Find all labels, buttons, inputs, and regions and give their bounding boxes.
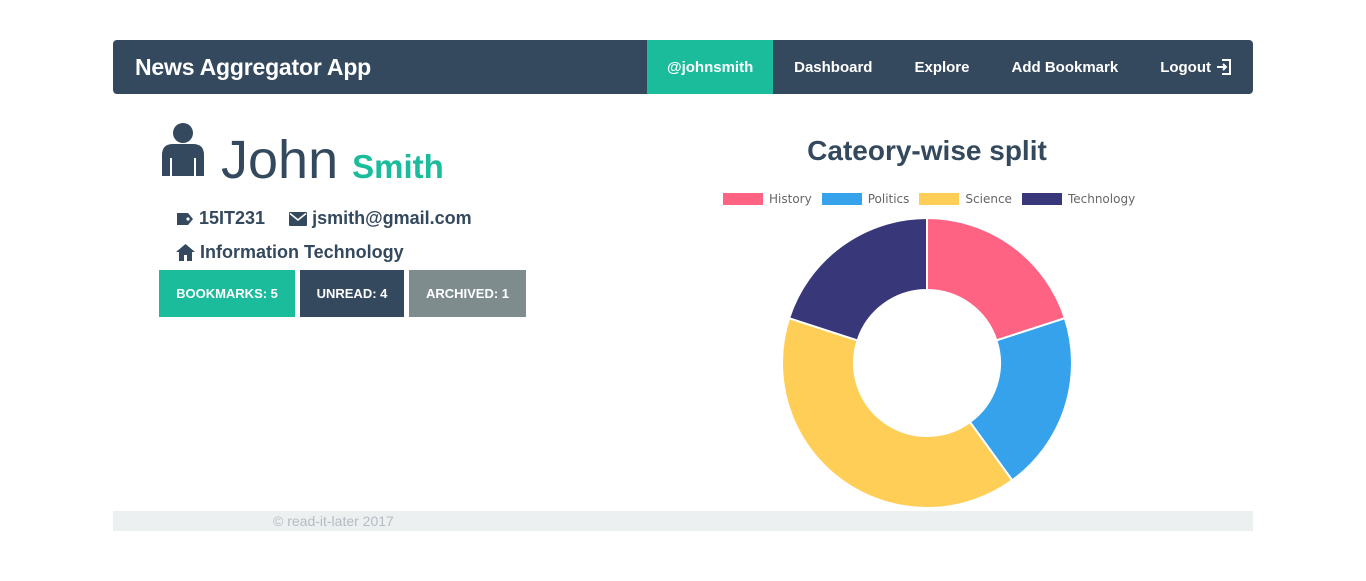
chart-legend: History Politics Science Technology	[723, 192, 1145, 206]
profile-header: John Smith	[159, 122, 444, 190]
user-email: jsmith@gmail.com	[312, 208, 472, 228]
user-id-row: 15IT231 jsmith@gmail.com	[176, 208, 472, 229]
footer: © read-it-later 2017	[113, 511, 1253, 531]
nav-item-username[interactable]: @johnsmith	[647, 40, 774, 94]
donut-slice-history[interactable]	[926, 216, 1067, 342]
stats-badges: BOOKMARKS: 5 UNREAD: 4 ARCHIVED: 1	[159, 270, 526, 317]
legend-swatch-politics	[821, 193, 862, 205]
home-icon	[176, 244, 195, 261]
legend-label-history: History	[769, 192, 812, 206]
nav-dashboard-label: Dashboard	[794, 58, 873, 76]
nav-add-bookmark-label: Add Bookmark	[1011, 58, 1119, 76]
nav-logout-label: Logout	[1160, 58, 1211, 76]
nav-item-logout[interactable]: Logout	[1139, 40, 1253, 94]
user-last-name: Smith	[352, 148, 444, 185]
envelope-icon	[289, 211, 308, 226]
nav-item-add-bookmark[interactable]: Add Bookmark	[991, 40, 1140, 94]
legend-label-science: Science	[965, 192, 1012, 206]
legend-item-politics[interactable]: Politics	[821, 192, 910, 206]
tag-icon	[176, 211, 194, 227]
footer-copyright: © read-it-later 2017	[273, 513, 394, 529]
donut-slice-technology[interactable]	[787, 216, 928, 342]
category-donut-chart	[781, 216, 1073, 509]
legend-label-technology: Technology	[1067, 192, 1136, 206]
legend-item-science[interactable]: Science	[919, 192, 1012, 206]
user-department: Information Technology	[200, 242, 404, 262]
bookmarks-count-button[interactable]: BOOKMARKS: 5	[159, 270, 295, 317]
logout-icon	[1216, 59, 1232, 75]
legend-swatch-science	[919, 193, 960, 205]
legend-swatch-history	[723, 193, 763, 205]
user-icon	[159, 122, 207, 181]
chart-title: Cateory-wise split	[807, 135, 1047, 166]
nav-menu: @johnsmith Dashboard Explore Add Bookmar…	[647, 40, 1253, 94]
user-first-name: John	[221, 130, 339, 190]
unread-count-button[interactable]: UNREAD: 4	[300, 270, 404, 317]
top-navbar: News Aggregator App @johnsmith Dashboard…	[113, 40, 1253, 94]
nav-explore-label: Explore	[914, 58, 970, 76]
donut-slice-science[interactable]	[781, 316, 1014, 509]
nav-item-dashboard[interactable]: Dashboard	[773, 40, 893, 94]
user-id: 15IT231	[199, 208, 266, 228]
legend-item-technology[interactable]: Technology	[1021, 192, 1136, 206]
nav-item-explore[interactable]: Explore	[893, 40, 990, 94]
archived-count-button[interactable]: ARCHIVED: 1	[409, 270, 526, 317]
app-brand[interactable]: News Aggregator App	[113, 54, 647, 81]
user-department-row: Information Technology	[176, 242, 404, 263]
legend-label-politics: Politics	[867, 192, 910, 206]
nav-username-label: @johnsmith	[666, 58, 754, 76]
legend-swatch-technology	[1021, 193, 1062, 205]
name-row: John Smith	[159, 122, 444, 190]
legend-item-history[interactable]: History	[723, 192, 812, 206]
